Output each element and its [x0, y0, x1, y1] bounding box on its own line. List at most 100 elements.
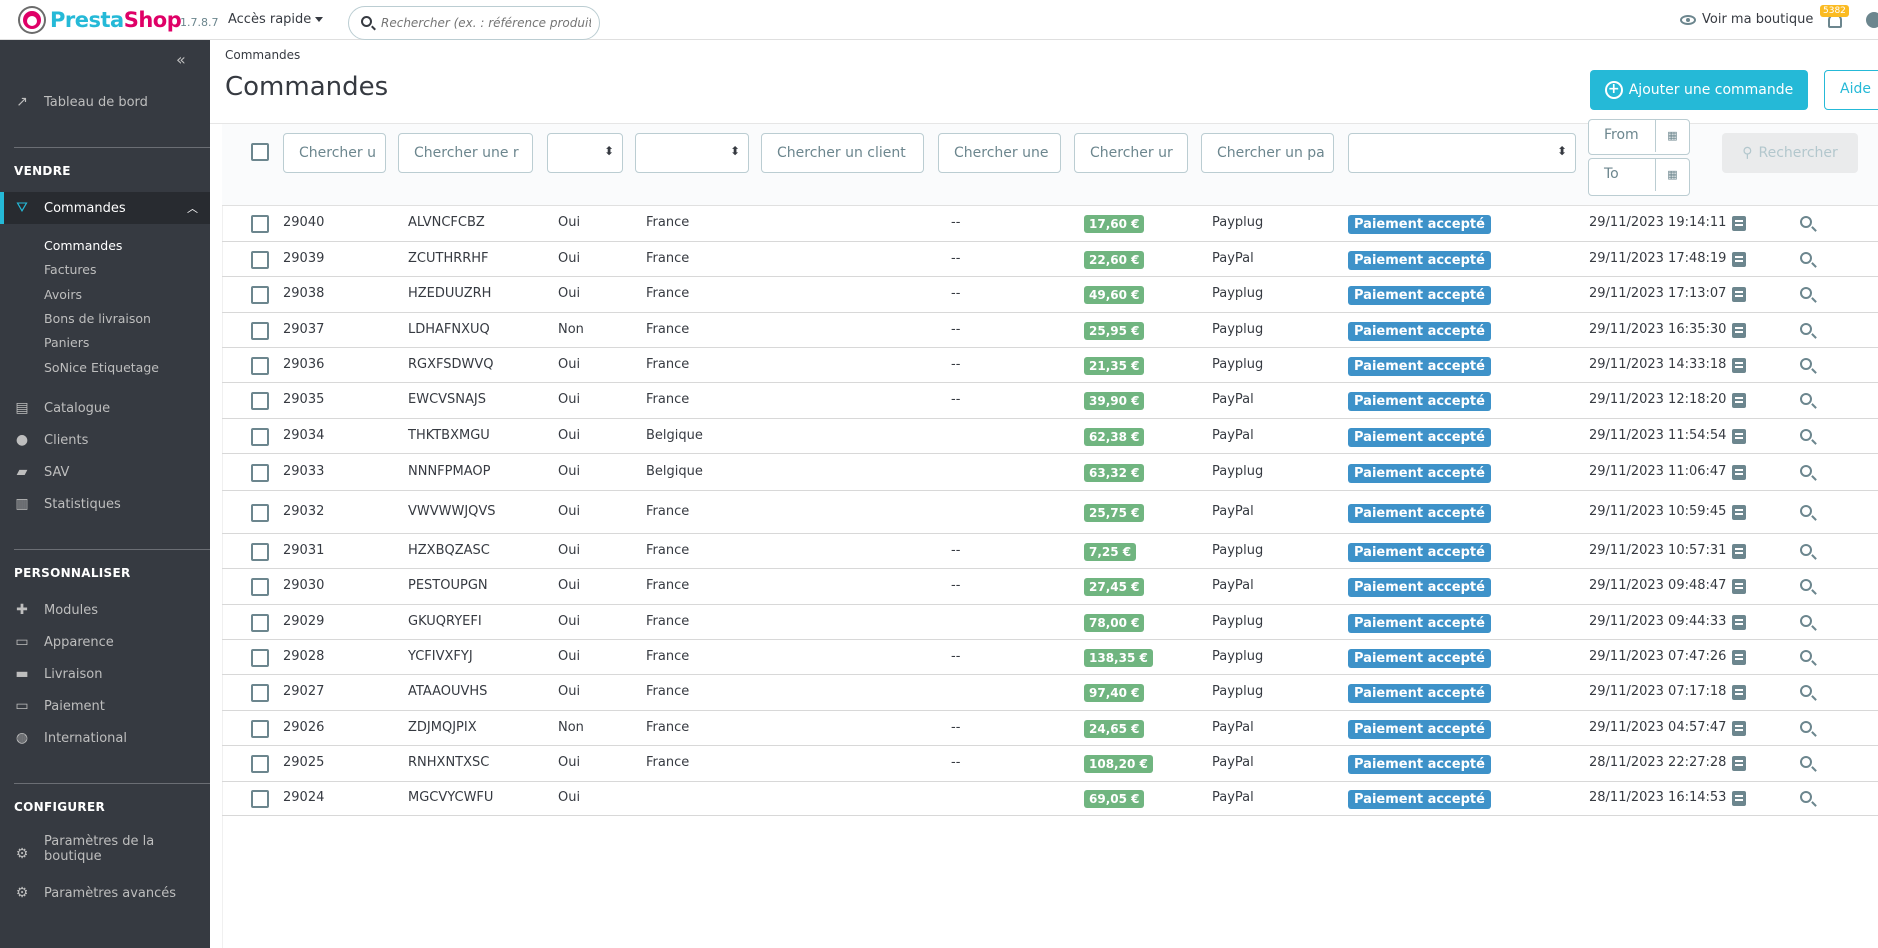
sidebar-item-international[interactable]: ◍ International: [0, 723, 210, 753]
view-order-icon[interactable]: [1800, 756, 1812, 768]
invoice-icon[interactable]: [1732, 429, 1746, 444]
sidebar-item-customers[interactable]: ● Clients: [0, 425, 210, 455]
order-status-badge[interactable]: Paiement accepté: [1348, 322, 1491, 341]
filter-date-to[interactable]: To ▦: [1588, 158, 1690, 196]
row-checkbox[interactable]: [251, 357, 269, 375]
view-order-icon[interactable]: [1800, 323, 1812, 335]
quick-access-dropdown[interactable]: Accès rapide: [228, 12, 324, 27]
order-status-badge[interactable]: Paiement accepté: [1348, 464, 1491, 483]
order-row[interactable]: 29030 PESTOUPGN Oui France -- 27,45 € PayPal Pa…: [222, 569, 1878, 605]
sidebar-item-advanced-parameters[interactable]: ⚙ Paramètres avancés: [0, 878, 210, 908]
sidebar-item-payment[interactable]: ▭ Paiement: [0, 691, 210, 721]
row-checkbox[interactable]: [251, 720, 269, 738]
invoice-icon[interactable]: [1732, 615, 1746, 630]
row-checkbox[interactable]: [251, 215, 269, 233]
invoice-icon[interactable]: [1732, 756, 1746, 771]
filter-new-customer-select[interactable]: [547, 133, 623, 173]
prestashop-logo[interactable]: PrestaShop: [20, 8, 182, 32]
order-status-badge[interactable]: Paiement accepté: [1348, 251, 1491, 270]
row-checkbox[interactable]: [251, 649, 269, 667]
row-checkbox[interactable]: [251, 286, 269, 304]
order-row[interactable]: 29032 VWVWWJQVS Oui France 25,75 € PayPal Paie…: [222, 491, 1878, 534]
row-checkbox[interactable]: [251, 790, 269, 808]
view-order-icon[interactable]: [1800, 791, 1812, 803]
sidebar-item-orders[interactable]: ⛛ Commandes ︿: [0, 192, 210, 224]
filter-customer-input[interactable]: Chercher un client: [761, 133, 924, 173]
row-checkbox[interactable]: [251, 428, 269, 446]
order-status-badge[interactable]: Paiement accepté: [1348, 578, 1491, 597]
sidebar-subitem-delivery-slips[interactable]: Bons de livraison: [44, 311, 151, 326]
sidebar-item-shipping[interactable]: ▬ Livraison: [0, 659, 210, 689]
order-status-badge[interactable]: Paiement accepté: [1348, 357, 1491, 376]
order-status-badge[interactable]: Paiement accepté: [1348, 392, 1491, 411]
order-status-badge[interactable]: Paiement accepté: [1348, 790, 1491, 809]
row-checkbox[interactable]: [251, 543, 269, 561]
invoice-icon[interactable]: [1732, 791, 1746, 806]
invoice-icon[interactable]: [1732, 685, 1746, 700]
invoice-icon[interactable]: [1732, 287, 1746, 302]
order-status-badge[interactable]: Paiement accepté: [1348, 649, 1491, 668]
add-order-button[interactable]: + Ajouter une commande: [1590, 70, 1808, 110]
invoice-icon[interactable]: [1732, 579, 1746, 594]
order-status-badge[interactable]: Paiement accepté: [1348, 504, 1491, 523]
breadcrumb[interactable]: Commandes: [225, 48, 300, 62]
order-row[interactable]: 29040 ALVNCFCBZ Oui France -- 17,60 € Payplug P…: [222, 206, 1878, 242]
select-all-checkbox[interactable]: [251, 143, 269, 161]
view-order-icon[interactable]: [1800, 544, 1812, 556]
order-row[interactable]: 29033 NNNFPMAOP Oui Belgique 63,32 € Payplug P…: [222, 454, 1878, 491]
collapse-sidebar-icon[interactable]: «: [176, 50, 186, 69]
sidebar-item-appearance[interactable]: ▭ Apparence: [0, 627, 210, 657]
view-order-icon[interactable]: [1800, 465, 1812, 477]
filter-id-input[interactable]: Chercher u: [283, 133, 386, 173]
calendar-icon[interactable]: ▦: [1655, 159, 1689, 191]
filter-payment-input[interactable]: Chercher un pa: [1201, 133, 1334, 173]
filter-status-select[interactable]: [1348, 133, 1576, 173]
order-status-badge[interactable]: Paiement accepté: [1348, 215, 1491, 234]
row-checkbox[interactable]: [251, 322, 269, 340]
calendar-icon[interactable]: ▦: [1655, 120, 1689, 152]
invoice-icon[interactable]: [1732, 323, 1746, 338]
view-order-icon[interactable]: [1800, 721, 1812, 733]
sidebar-item-dashboard[interactable]: ↗ Tableau de bord: [0, 87, 210, 117]
user-avatar-icon[interactable]: [1866, 12, 1878, 28]
order-status-badge[interactable]: Paiement accepté: [1348, 614, 1491, 633]
row-checkbox[interactable]: [251, 251, 269, 269]
view-order-icon[interactable]: [1800, 429, 1812, 441]
order-status-badge[interactable]: Paiement accepté: [1348, 755, 1491, 774]
row-checkbox[interactable]: [251, 464, 269, 482]
global-search-input[interactable]: [381, 13, 591, 33]
invoice-icon[interactable]: [1732, 505, 1746, 520]
view-order-icon[interactable]: [1800, 650, 1812, 662]
filter-total-input[interactable]: Chercher ur: [1074, 133, 1188, 173]
order-row[interactable]: 29026 ZDJMQJPIX Non France -- 24,65 € PayPal Pa…: [222, 711, 1878, 746]
invoice-icon[interactable]: [1732, 393, 1746, 408]
invoice-icon[interactable]: [1732, 544, 1746, 559]
view-order-icon[interactable]: [1800, 393, 1812, 405]
sidebar-subitem-carts[interactable]: Paniers: [44, 335, 89, 350]
invoice-icon[interactable]: [1732, 358, 1746, 373]
sidebar-item-shop-parameters[interactable]: ⚙ Paramètres de la boutique: [0, 834, 210, 874]
order-row[interactable]: 29039 ZCUTHRRHF Oui France -- 22,60 € PayPal Pa…: [222, 242, 1878, 277]
view-order-icon[interactable]: [1800, 358, 1812, 370]
row-checkbox[interactable]: [251, 578, 269, 596]
order-row[interactable]: 29031 HZXBQZASC Oui France -- 7,25 € Payplug Pa…: [222, 534, 1878, 569]
order-status-badge[interactable]: Paiement accepté: [1348, 543, 1491, 562]
view-order-icon[interactable]: [1800, 252, 1812, 264]
sidebar-item-sav[interactable]: ▰ SAV: [0, 457, 210, 487]
filter-date-from[interactable]: From ▦: [1588, 119, 1690, 155]
order-status-badge[interactable]: Paiement accepté: [1348, 720, 1491, 739]
sidebar-subitem-sonice-labels[interactable]: SoNice Etiquetage: [44, 360, 159, 375]
filter-carrier-input[interactable]: Chercher une: [938, 133, 1061, 173]
order-status-badge[interactable]: Paiement accepté: [1348, 286, 1491, 305]
order-row[interactable]: 29037 LDHAFNXUQ Non France -- 25,95 € Payplug P…: [222, 313, 1878, 348]
invoice-icon[interactable]: [1732, 252, 1746, 267]
row-checkbox[interactable]: [251, 504, 269, 522]
sidebar-item-catalog[interactable]: ▤ Catalogue: [0, 393, 210, 423]
row-checkbox[interactable]: [251, 392, 269, 410]
order-row[interactable]: 29038 HZEDUUZRH Oui France -- 49,60 € Payplug P…: [222, 277, 1878, 313]
help-button[interactable]: Aide: [1824, 70, 1878, 110]
view-order-icon[interactable]: [1800, 287, 1812, 299]
invoice-icon[interactable]: [1732, 650, 1746, 665]
sidebar-item-modules[interactable]: ✚ Modules: [0, 595, 210, 625]
row-checkbox[interactable]: [251, 614, 269, 632]
